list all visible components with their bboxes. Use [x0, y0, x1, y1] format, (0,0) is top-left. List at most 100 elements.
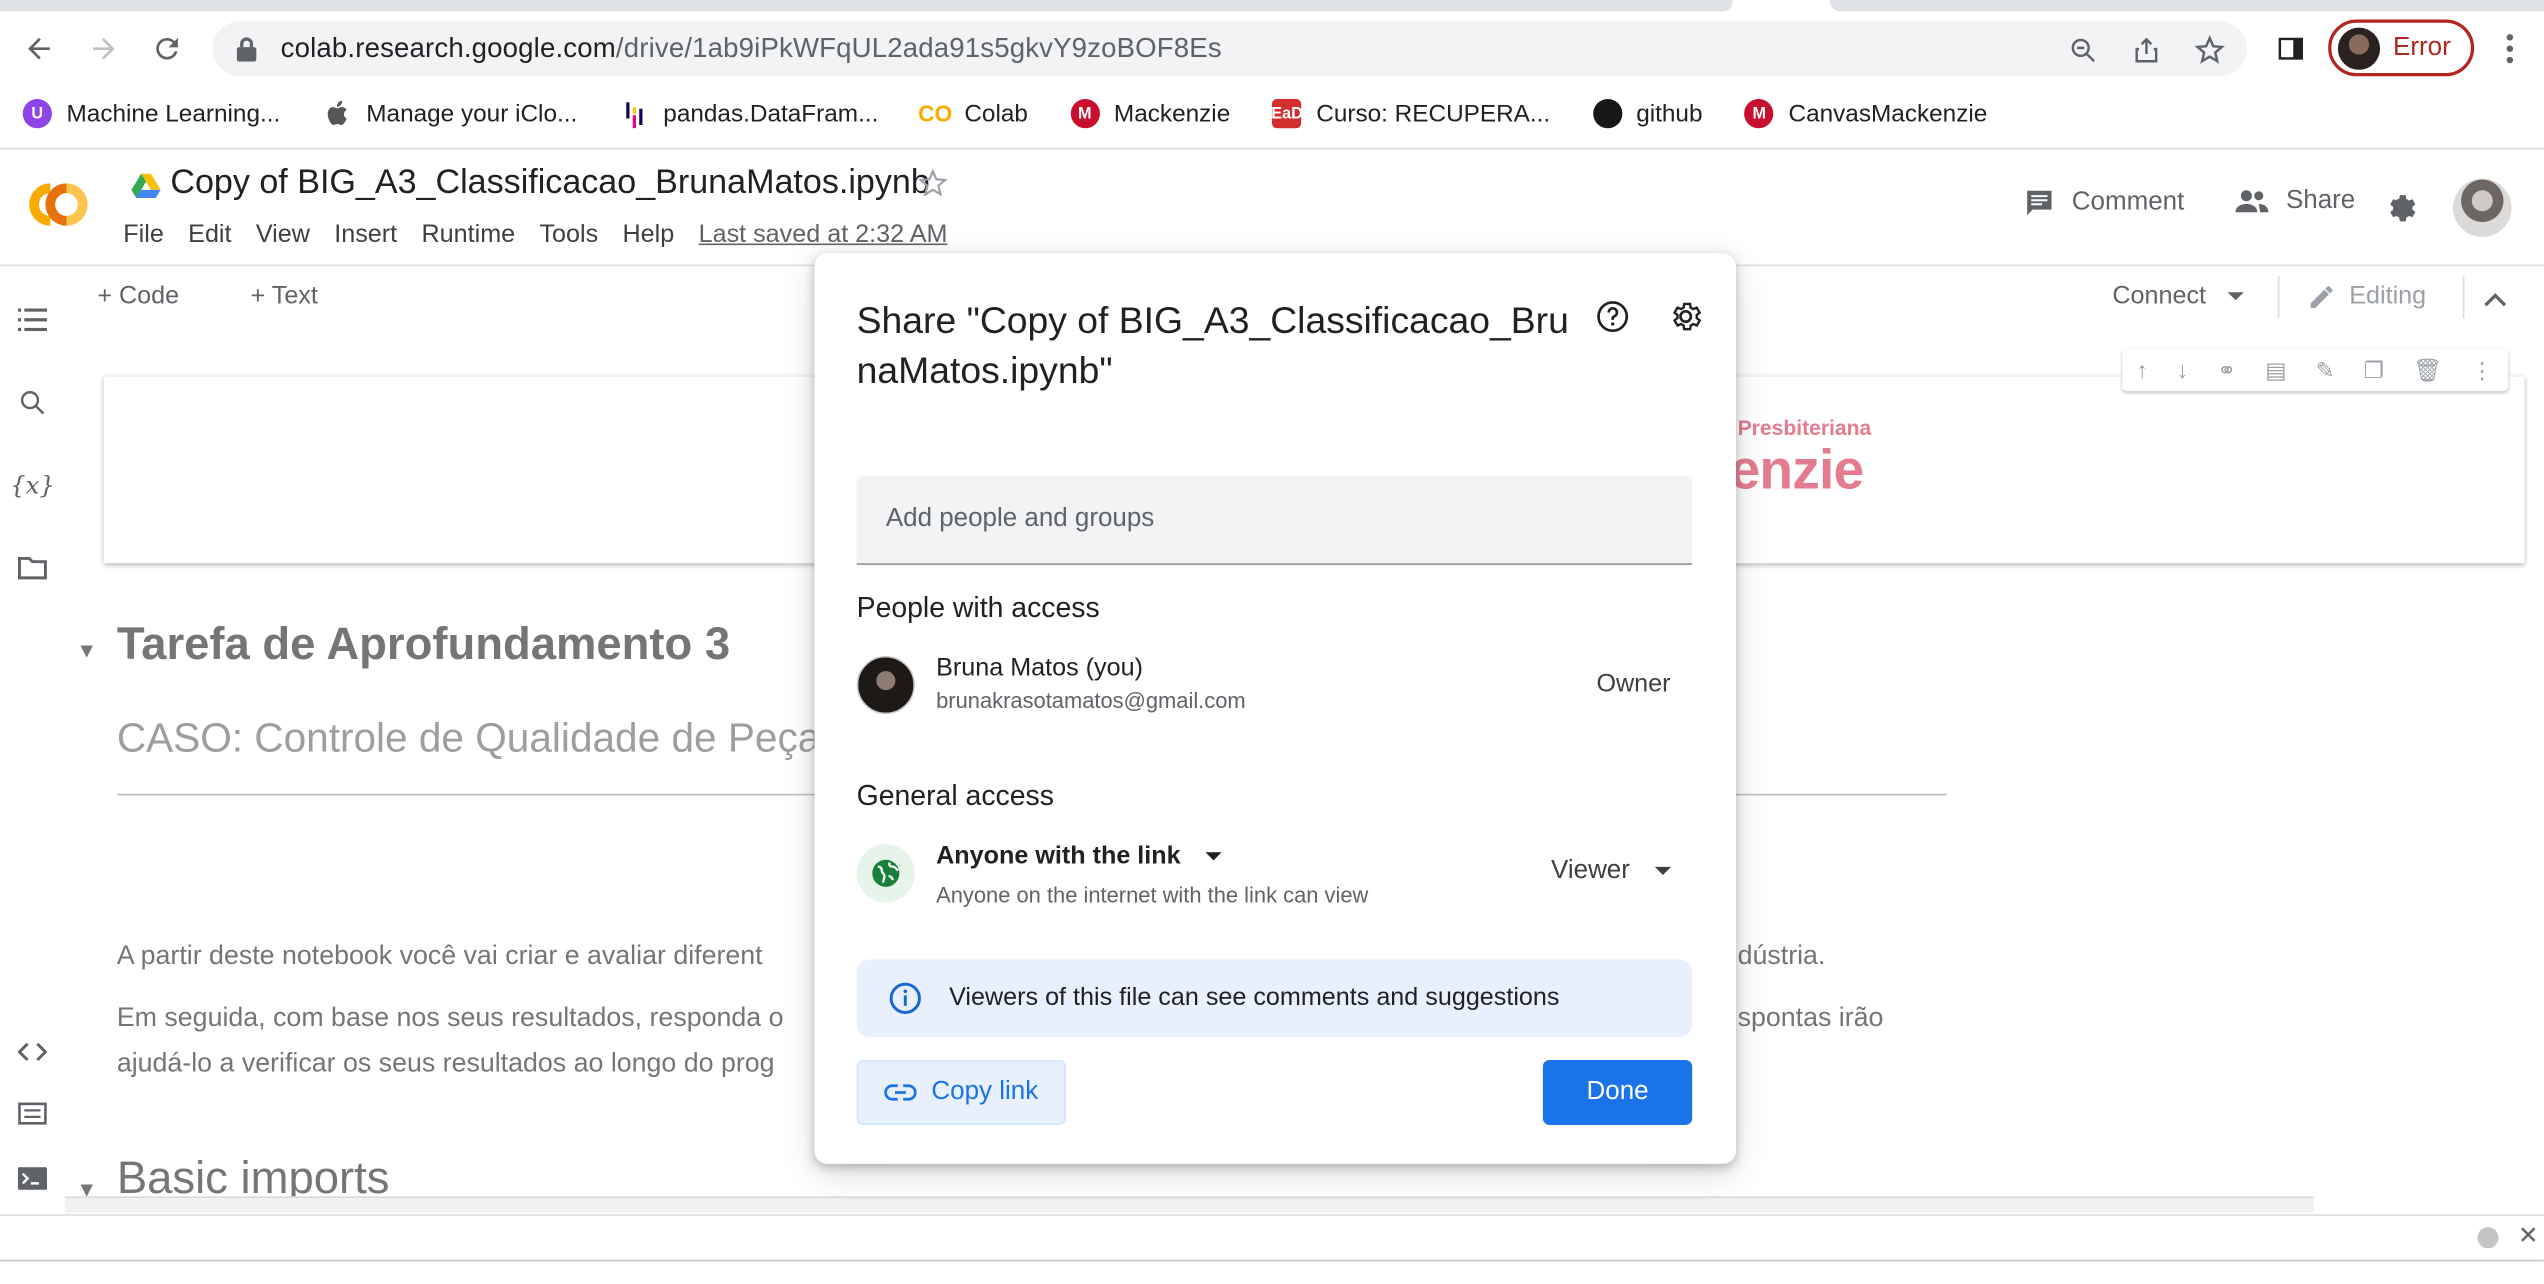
bookmarks-bar: U Machine Learning... Manage your iClo... p… — [0, 89, 2544, 138]
link-icon[interactable]: ⚭ — [2217, 356, 2236, 384]
side-panel-icon[interactable] — [2268, 26, 2313, 71]
bookmark-label: Machine Learning... — [66, 99, 281, 128]
bookmark-label: CanvasMackenzie — [1788, 99, 1988, 128]
chevron-down-icon — [1654, 866, 1671, 875]
globe-icon — [856, 844, 916, 903]
paragraph-line: A partir deste notebook você vai criar e… — [116, 941, 763, 971]
mackenzie-logo-line2: enzie — [1729, 439, 1864, 502]
edit-cell-icon[interactable]: ✎ — [2316, 356, 2335, 384]
role-dropdown[interactable]: Viewer — [1551, 857, 1672, 886]
apple-icon — [322, 99, 351, 128]
move-up-icon[interactable]: ↑ — [2137, 357, 2148, 383]
terminal-icon[interactable] — [13, 1159, 52, 1198]
tab-strip — [0, 0, 2544, 12]
section-subheading: CASO: Controle de Qualidade de Peças — [116, 715, 841, 762]
lock-icon — [236, 37, 257, 62]
copy-link-button[interactable]: Copy link — [856, 1060, 1066, 1125]
share-dialog: Share "Copy of BIG_A3_Classificacao_Brun… — [814, 253, 1736, 1164]
bookmark-label: github — [1636, 99, 1703, 128]
paragraph-line: Em seguida, com base nos seus resultados… — [116, 1003, 784, 1033]
general-access-heading: General access — [856, 779, 1054, 812]
back-icon[interactable] — [16, 26, 61, 71]
paragraph-line: ajudá-lo a verificar os seus resultados … — [116, 1048, 775, 1078]
menu-view[interactable]: View — [256, 221, 310, 250]
divider — [2462, 275, 2465, 319]
bookmark-item[interactable]: Manage your iClo... — [322, 99, 577, 128]
person-avatar — [856, 655, 916, 715]
code-snippets-icon[interactable] — [13, 1032, 52, 1071]
editing-mode-button[interactable]: Editing — [2307, 282, 2426, 311]
paragraph-line: spontas irão — [1737, 1003, 1884, 1033]
menu-help[interactable]: Help — [623, 221, 675, 250]
share-settings-gear-icon[interactable] — [1668, 299, 1704, 335]
profile-button[interactable]: Error — [2328, 19, 2475, 77]
star-icon[interactable] — [917, 167, 949, 208]
bookmark-item[interactable]: pandas.DataFram... — [619, 99, 879, 129]
cell-toolbar: ↑ ↓ ⚭ ▤ ✎ ❐ 🗑 ⋮ — [2122, 349, 2509, 392]
help-icon[interactable] — [1595, 299, 1631, 335]
search-icon[interactable] — [13, 383, 52, 422]
link-icon — [884, 1084, 917, 1101]
bookmark-item[interactable]: github — [1592, 99, 1703, 129]
close-icon[interactable]: ✕ — [2518, 1221, 2538, 1250]
zoom-icon[interactable] — [2065, 32, 2101, 68]
add-code-button[interactable]: + Code — [97, 282, 214, 311]
horizontal-scrollbar[interactable] — [64, 1196, 2314, 1213]
add-people-input[interactable]: Add people and groups — [856, 475, 1693, 565]
menu-edit[interactable]: Edit — [188, 221, 231, 250]
forward-icon[interactable] — [81, 26, 126, 71]
add-text-button[interactable]: + Text — [251, 282, 354, 311]
collapse-header-icon[interactable] — [2484, 287, 2507, 316]
menu-file[interactable]: File — [123, 221, 164, 250]
table-of-contents-icon[interactable] — [13, 300, 52, 339]
bookmark-item[interactable]: EaD Curso: RECUPERA... — [1271, 99, 1550, 129]
url-text: colab.research.google.com/drive/1ab9iPkW… — [280, 32, 1222, 64]
menu-tools[interactable]: Tools — [539, 221, 598, 250]
people-icon — [2235, 190, 2269, 213]
comment-cell-icon[interactable]: ▤ — [2265, 356, 2286, 384]
menu-runtime[interactable]: Runtime — [421, 221, 515, 250]
files-folder-icon[interactable] — [13, 549, 52, 588]
bookmark-label: Colab — [964, 99, 1028, 128]
address-bar[interactable]: colab.research.google.com/drive/1ab9iPkW… — [212, 21, 2248, 77]
last-saved-link[interactable]: Last saved at 2:32 AM — [699, 221, 948, 250]
share-page-icon[interactable] — [2129, 32, 2165, 68]
status-bar: ✕ — [0, 1214, 2544, 1260]
comment-icon — [2027, 190, 2052, 216]
colab-icon: CO — [918, 100, 953, 127]
done-button[interactable]: Done — [1542, 1060, 1693, 1125]
info-text: Viewers of this file can see comments an… — [949, 983, 1560, 1012]
delete-cell-icon[interactable]: 🗑 — [2413, 356, 2442, 384]
status-dot-icon — [2477, 1227, 2499, 1249]
bookmark-item[interactable]: CO Colab — [918, 99, 1028, 128]
mackenzie-logo-line1: Presbiteriana — [1737, 415, 1872, 440]
more-options-icon[interactable]: ⋮ — [2471, 356, 2494, 384]
bookmark-label: pandas.DataFram... — [663, 99, 879, 128]
github-icon — [1592, 99, 1622, 129]
reload-icon[interactable] — [144, 26, 189, 71]
user-avatar[interactable] — [2453, 178, 2512, 238]
variables-icon[interactable]: {x} — [10, 466, 55, 505]
drive-icon — [131, 172, 161, 206]
notebook-toolbar: + Code + Text — [97, 282, 389, 311]
bookmark-item[interactable]: M CanvasMackenzie — [1744, 99, 1988, 129]
menu-insert[interactable]: Insert — [334, 221, 397, 250]
chrome-menu-icon[interactable] — [2487, 26, 2532, 71]
general-access-dropdown[interactable]: Anyone with the link — [936, 842, 1223, 871]
mirror-cell-icon[interactable]: ❐ — [2364, 356, 2384, 384]
bookmark-star-icon[interactable] — [2192, 32, 2228, 68]
bookmark-item[interactable]: U Machine Learning... — [22, 99, 281, 129]
chevron-down-icon — [2227, 292, 2244, 301]
people-with-access-heading: People with access — [856, 590, 1100, 624]
profile-avatar — [2337, 26, 2381, 69]
settings-gear-icon[interactable] — [2385, 190, 2421, 234]
comment-button[interactable]: Comment — [2023, 187, 2184, 219]
connect-button[interactable]: Connect — [2112, 282, 2245, 311]
colab-logo[interactable] — [19, 175, 97, 233]
move-down-icon[interactable]: ↓ — [2177, 357, 2188, 383]
collapse-section-icon[interactable]: ▼ — [76, 638, 97, 662]
command-palette-icon[interactable] — [13, 1094, 52, 1133]
share-button[interactable]: Share — [2234, 187, 2355, 216]
bookmark-item[interactable]: M Mackenzie — [1070, 99, 1230, 129]
notebook-title[interactable]: Copy of BIG_A3_Classificacao_BrunaMatos.… — [170, 164, 929, 203]
